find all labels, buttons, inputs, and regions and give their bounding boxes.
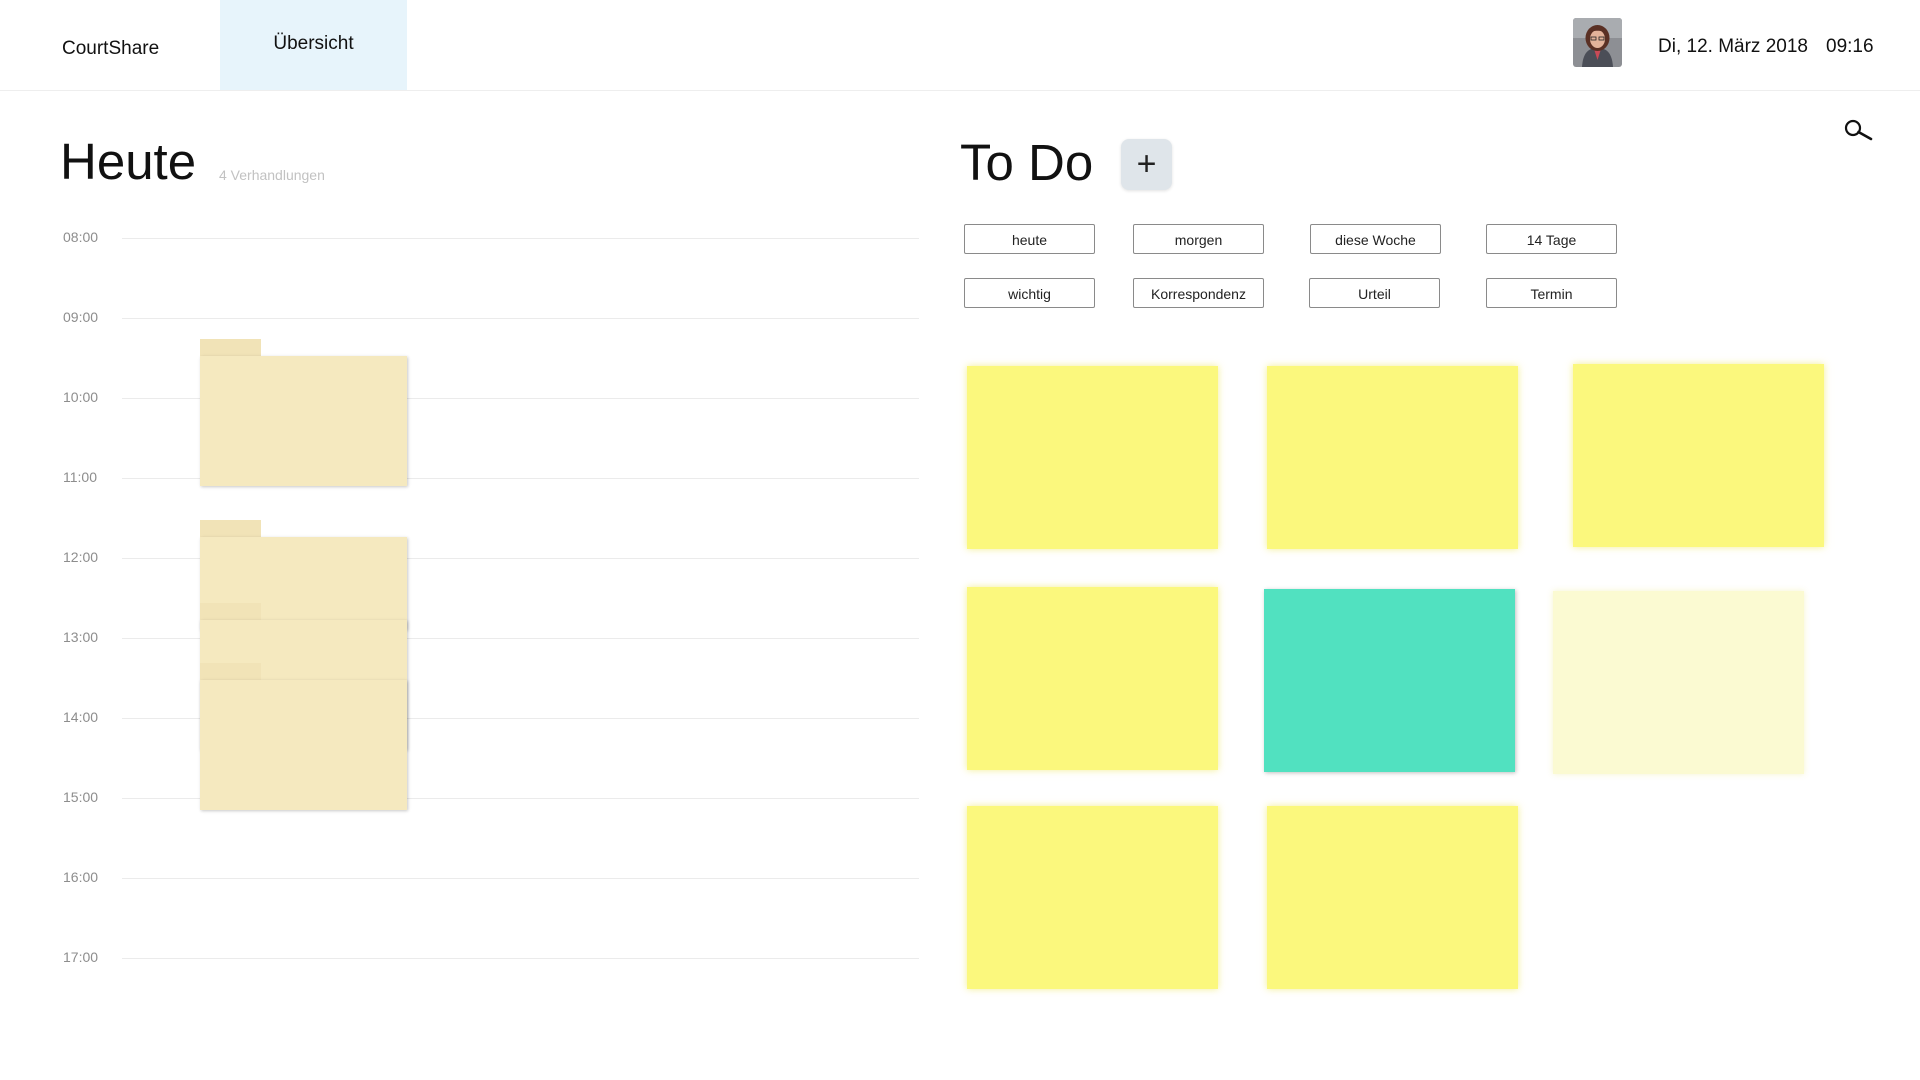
hour-label: 11:00 (63, 469, 97, 485)
hour-label: 09:00 (63, 309, 99, 325)
folder-tab (200, 603, 261, 621)
todo-note[interactable] (1267, 806, 1518, 989)
hour-label: 14:00 (63, 709, 99, 725)
hour-row: 09:00 (0, 309, 920, 329)
hearings-count: 4 Verhandlungen (219, 167, 325, 183)
filter-termin[interactable]: Termin (1486, 278, 1617, 308)
user-avatar[interactable] (1573, 18, 1622, 67)
filter-morgen[interactable]: morgen (1133, 224, 1264, 254)
filter-diese-woche[interactable]: diese Woche (1310, 224, 1441, 254)
todo-note[interactable] (967, 806, 1218, 989)
todo-note[interactable] (967, 587, 1218, 770)
todo-note-dragging[interactable] (1553, 591, 1804, 774)
hour-row: 17:00 (0, 949, 920, 969)
todo-note[interactable] (967, 366, 1218, 549)
hour-row: 12:00 (0, 549, 920, 569)
filter-heute[interactable]: heute (964, 224, 1095, 254)
todo-note[interactable] (1267, 366, 1518, 549)
top-bar: CourtShare Übersicht Di, 12. März 2018 0… (0, 0, 1920, 91)
hour-row: 08:00 (0, 229, 920, 249)
filter-korrespondenz[interactable]: Korrespondenz (1133, 278, 1264, 308)
hour-label: 12:00 (63, 549, 99, 565)
header-date: Di, 12. März 2018 (1658, 36, 1808, 57)
header-time: 09:16 (1826, 36, 1874, 57)
folder-tab (200, 520, 261, 538)
today-title: Heute (60, 133, 197, 190)
filter-wichtig[interactable]: wichtig (964, 278, 1095, 308)
hour-gridline (122, 238, 919, 239)
hour-row: 10:00 (0, 389, 920, 409)
hour-row: 11:00 (0, 469, 920, 489)
todo-note[interactable] (1573, 364, 1824, 547)
todo-title: To Do (960, 134, 1094, 191)
filter-14-tage[interactable]: 14 Tage (1486, 224, 1617, 254)
tab-uebersicht[interactable]: Übersicht (220, 0, 407, 90)
hour-row: 16:00 (0, 869, 920, 889)
hour-label: 16:00 (63, 869, 99, 885)
folder-tab (200, 339, 261, 357)
tab-label: Übersicht (273, 33, 354, 54)
hour-gridline (122, 318, 919, 319)
search-icon[interactable] (1843, 118, 1873, 144)
folder-body (200, 680, 407, 810)
avatar-image (1573, 18, 1622, 67)
hour-row: 15:00 (0, 789, 920, 809)
hour-gridline (122, 958, 919, 959)
add-todo-button[interactable]: + (1121, 139, 1172, 190)
hour-label: 13:00 (63, 629, 99, 645)
folder-body (200, 356, 407, 486)
hour-gridline (122, 878, 919, 879)
todo-note-selected[interactable] (1264, 589, 1515, 772)
hour-label: 17:00 (63, 949, 99, 965)
hour-row: 14:00 (0, 709, 920, 729)
hour-label: 10:00 (63, 389, 99, 405)
hour-row: 13:00 (0, 629, 920, 649)
hour-label: 08:00 (63, 229, 99, 245)
hour-label: 15:00 (63, 789, 99, 805)
filter-urteil[interactable]: Urteil (1309, 278, 1440, 308)
app-name: CourtShare (62, 38, 160, 59)
folder-tab (200, 663, 261, 681)
